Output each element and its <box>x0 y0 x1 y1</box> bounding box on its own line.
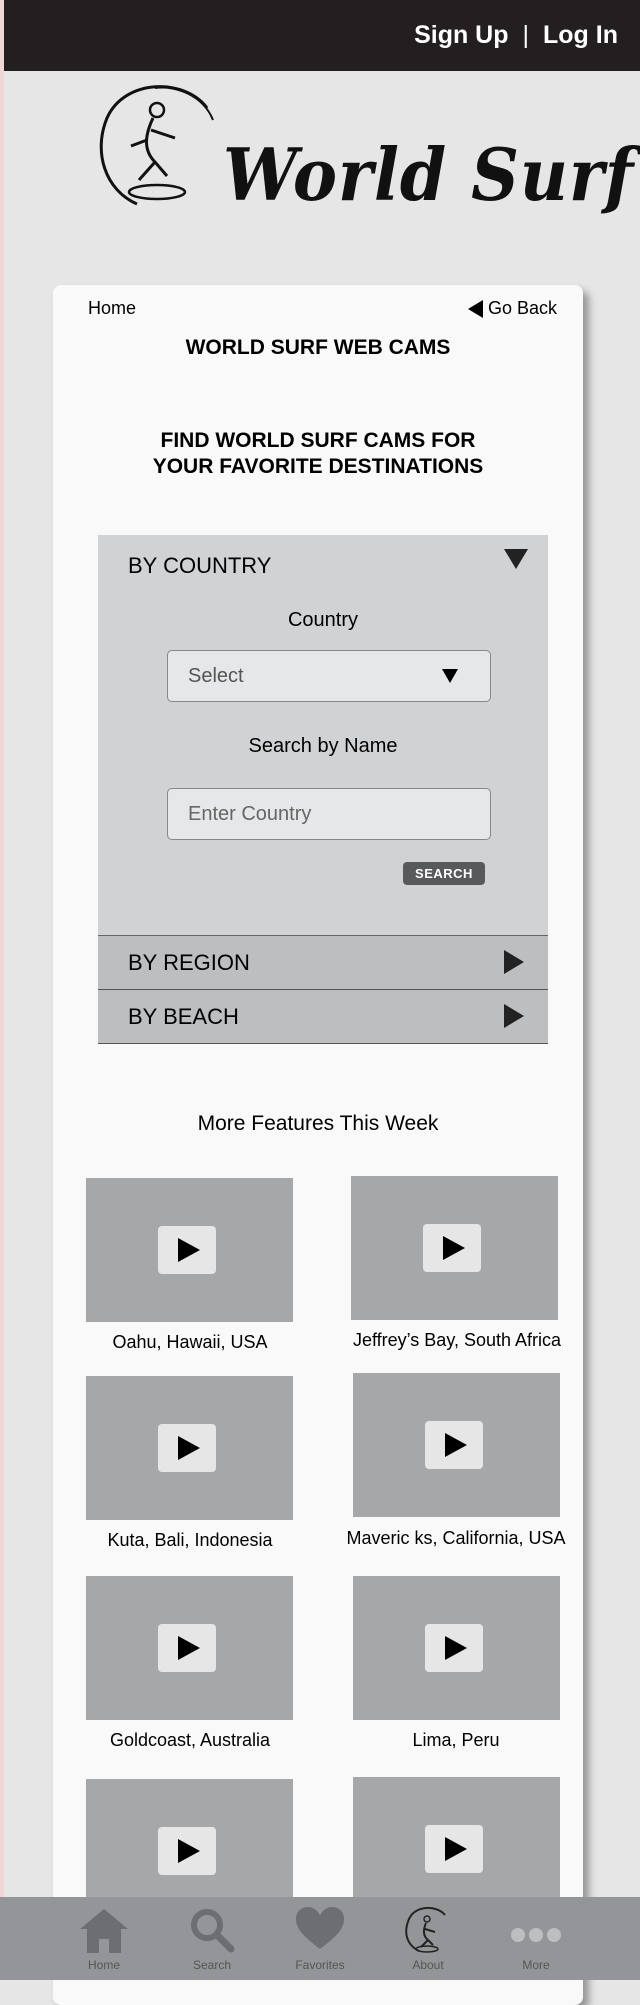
tab-about-label: About <box>412 1958 444 1972</box>
header-separator: | <box>522 21 530 49</box>
video-caption: Kuta, Bali, Indonesia <box>107 1530 273 1550</box>
surfer-logo-icon <box>99 85 214 206</box>
top-bar: Sign Up | Log In <box>4 0 640 71</box>
dropdown-arrow-icon <box>442 669 458 683</box>
tab-favorites-label: Favorites <box>295 1958 345 1972</box>
by-region-label: BY REGION <box>128 950 250 975</box>
tab-home-label: Home <box>87 1958 120 1972</box>
search-by-name-label: Search by Name <box>248 735 398 757</box>
sign-up-link[interactable]: Sign Up <box>414 21 508 50</box>
tab-about[interactable]: About <box>388 1897 468 1980</box>
expand-triangle-icon <box>504 950 524 974</box>
play-icon <box>425 1624 483 1672</box>
log-in-link[interactable]: Log In <box>543 21 618 50</box>
by-country-header[interactable]: BY COUNTRY <box>128 553 271 579</box>
home-icon <box>80 1909 128 1953</box>
video-caption: Lima, Peru <box>412 1730 500 1750</box>
play-icon <box>425 1421 483 1469</box>
country-label: Country <box>287 609 359 631</box>
video-thumbnail[interactable] <box>353 1373 560 1517</box>
tab-more-label: More <box>522 1958 550 1972</box>
video-caption: Goldcoast, Australia <box>109 1730 271 1750</box>
video-thumbnail[interactable] <box>351 1176 558 1320</box>
world-surf-logo: World Surf <box>95 80 633 252</box>
video-caption: Maveric ks, California, USA <box>346 1528 566 1548</box>
tab-home[interactable]: Home <box>64 1897 144 1980</box>
country-select-value: Select <box>188 664 244 687</box>
play-icon <box>423 1224 481 1272</box>
page-title: WORLD SURF WEB CAMS <box>185 336 451 359</box>
back-arrow-icon <box>468 299 483 318</box>
play-icon <box>158 1424 216 1472</box>
country-search-input[interactable] <box>167 788 491 840</box>
more-dots-icon <box>511 1928 561 1942</box>
tab-search[interactable]: Search <box>172 1897 252 1980</box>
country-select[interactable]: Select <box>167 650 491 702</box>
accordion-by-country: BY COUNTRY Country Select Search by Name… <box>98 535 548 936</box>
by-beach-label: BY BEACH <box>128 1004 239 1029</box>
accordion-by-beach[interactable]: BY BEACH <box>98 990 548 1044</box>
collapse-triangle-icon[interactable] <box>504 549 528 569</box>
features-title: More Features This Week <box>197 1112 439 1135</box>
expand-triangle-icon <box>504 1004 524 1028</box>
go-back-label: Go Back <box>488 298 558 318</box>
play-icon <box>158 1827 216 1875</box>
play-icon <box>425 1825 483 1873</box>
headline-line-1: FIND WORLD SURF CAMS FOR <box>160 429 476 452</box>
surfer-logo-icon <box>405 1907 446 1953</box>
page-edge <box>0 0 4 1980</box>
headline-line-2: YOUR FAVORITE DESTINATIONS <box>152 455 484 478</box>
go-back-link[interactable]: Go Back <box>468 298 557 319</box>
video-thumbnail[interactable] <box>86 1576 293 1720</box>
video-thumbnail[interactable] <box>86 1376 293 1520</box>
headline: FIND WORLD SURF CAMS FOR YOUR FAVORITE D… <box>53 428 583 480</box>
video-caption: Oahu, Hawaii, USA <box>112 1332 268 1352</box>
accordion-by-region[interactable]: BY REGION <box>98 936 548 990</box>
video-caption: Jeffrey’s Bay, South Africa <box>352 1330 562 1350</box>
tab-search-label: Search <box>192 1958 232 1972</box>
breadcrumb-home[interactable]: Home <box>88 298 136 319</box>
tab-more[interactable]: More <box>496 1897 576 1980</box>
logo-text: World Surf <box>223 132 635 217</box>
play-icon <box>158 1226 216 1274</box>
video-thumbnail[interactable] <box>353 1576 560 1720</box>
play-icon <box>158 1624 216 1672</box>
tab-favorites[interactable]: Favorites <box>280 1897 360 1980</box>
heart-icon <box>296 1907 344 1949</box>
search-accordion: BY COUNTRY Country Select Search by Name… <box>98 535 548 1044</box>
search-icon <box>191 1909 235 1953</box>
bottom-tab-bar: Home Search Favorites About More <box>0 1897 640 1980</box>
video-thumbnail[interactable] <box>86 1178 293 1322</box>
search-button[interactable]: SEARCH <box>403 862 485 885</box>
